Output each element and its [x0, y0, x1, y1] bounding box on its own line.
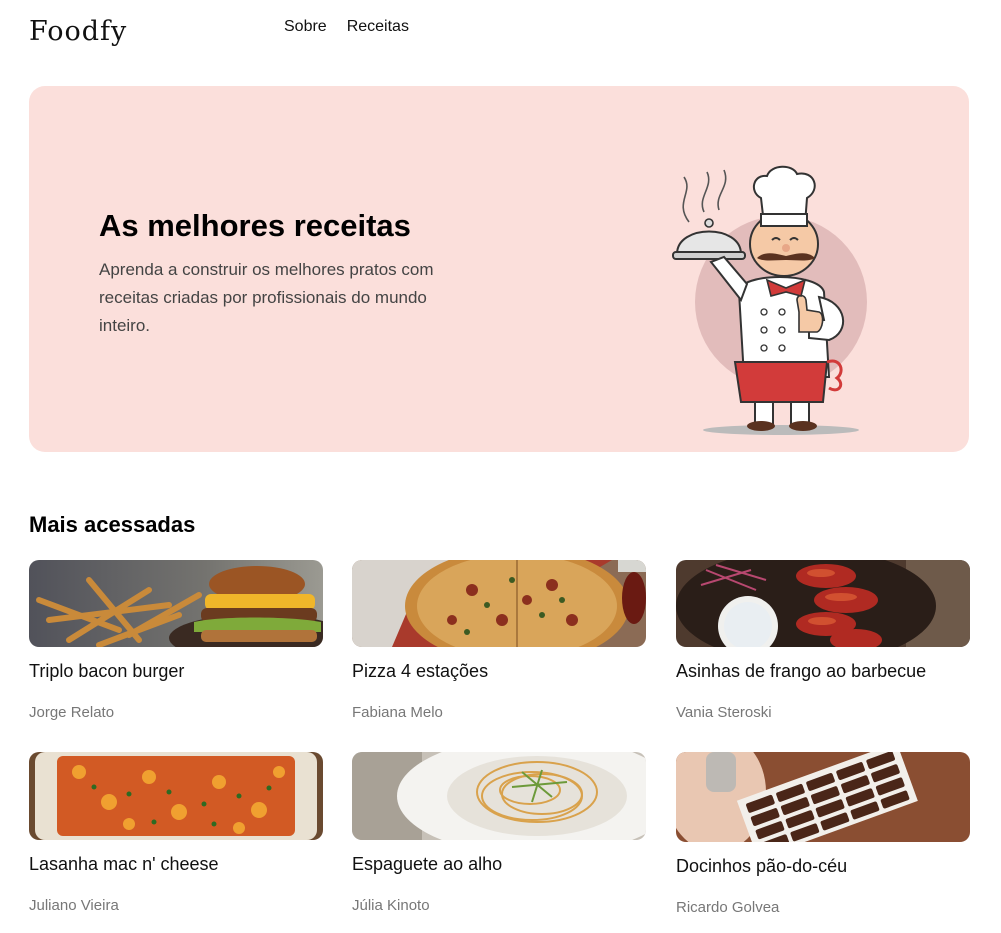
recipe-title: Docinhos pão-do-céu	[676, 856, 848, 876]
site-header: Foodfy Sobre Receitas	[29, 14, 971, 54]
hero-description: Aprenda a construir os melhores pratos c…	[99, 260, 434, 335]
recipe-title: Pizza 4 estações	[352, 661, 489, 681]
section-title: Mais acessadas	[29, 512, 196, 537]
recipe-author: Vania Steroski	[676, 704, 772, 721]
recipe-title: Espaguete ao alho	[352, 854, 503, 874]
spaghetti-photo	[352, 752, 646, 840]
recipe-card[interactable]: Asinhas de frango ao barbecue Vania Ster…	[676, 560, 970, 721]
burger-photo	[29, 560, 323, 647]
main-nav: Sobre Receitas	[284, 18, 409, 36]
recipe-card[interactable]: Pizza 4 estações Fabiana Melo	[352, 560, 646, 721]
recipe-author: Júlia Kinoto	[352, 897, 430, 914]
chef-illustration	[672, 165, 867, 435]
hero-title: As melhores receitas	[99, 208, 411, 243]
recipe-author: Fabiana Melo	[352, 704, 443, 721]
recipe-card[interactable]: Espaguete ao alho Júlia Kinoto	[352, 752, 646, 914]
chocolates-photo	[676, 752, 970, 842]
pizza-photo	[352, 560, 646, 647]
lasagna-photo	[29, 752, 323, 840]
recipe-card[interactable]: Docinhos pão-do-céu Ricardo Golvea	[676, 752, 970, 916]
recipe-card[interactable]: Lasanha mac n' cheese Juliano Vieira	[29, 752, 323, 914]
recipe-author: Ricardo Golvea	[676, 899, 780, 916]
chicken-wings-photo	[676, 560, 970, 647]
recipe-author: Juliano Vieira	[29, 897, 119, 914]
nav-link-receitas[interactable]: Receitas	[347, 18, 409, 36]
recipe-title: Triplo bacon burger	[29, 661, 185, 681]
recipe-title: Asinhas de frango ao barbecue	[676, 661, 927, 681]
nav-link-sobre[interactable]: Sobre	[284, 18, 327, 36]
recipe-title: Lasanha mac n' cheese	[29, 854, 219, 874]
hero-banner: As melhores receitas Aprenda a construir…	[29, 86, 969, 452]
recipe-card[interactable]: Triplo bacon burger Jorge Relato	[29, 560, 323, 721]
recipe-author: Jorge Relato	[29, 704, 115, 721]
logo[interactable]: Foodfy	[29, 16, 127, 47]
